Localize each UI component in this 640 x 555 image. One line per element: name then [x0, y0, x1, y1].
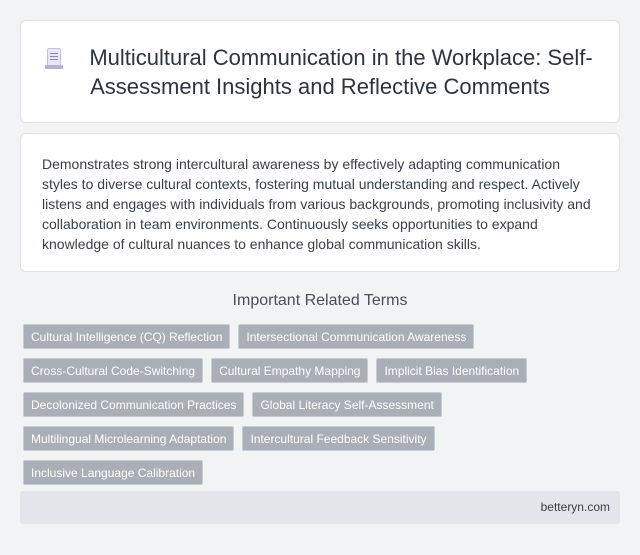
related-term-tag[interactable]: Decolonized Communication Practices: [23, 392, 245, 417]
summary-text: Demonstrates strong intercultural awaren…: [42, 156, 591, 252]
page-title: Multicultural Communication in the Workp…: [21, 43, 619, 101]
footer: betteryn.com: [20, 491, 620, 524]
related-terms-heading: Important Related Terms: [232, 292, 408, 309]
related-term-tag[interactable]: Intersectional Communication Awareness: [238, 324, 475, 349]
related-term-tag[interactable]: Intercultural Feedback Sensitivity: [242, 426, 435, 451]
related-term-tag[interactable]: Cultural Intelligence (CQ) Reflection: [23, 324, 231, 349]
page-title-text: Multicultural Communication in the Workp…: [89, 44, 593, 99]
page: Multicultural Communication in the Workp…: [0, 0, 640, 555]
related-terms-list: Cultural Intelligence (CQ) Reflection In…: [23, 324, 603, 485]
footer-site-link[interactable]: betteryn.com: [541, 500, 610, 514]
related-term-tag[interactable]: Cultural Empathy Mapping: [211, 358, 369, 383]
related-term-tag[interactable]: Multilingual Microlearning Adaptation: [23, 426, 235, 451]
related-term-tag[interactable]: Implicit Bias Identification: [376, 358, 528, 383]
summary-card: Demonstrates strong intercultural awaren…: [20, 133, 620, 272]
document-icon: [45, 47, 64, 69]
title-card: Multicultural Communication in the Workp…: [20, 20, 620, 123]
related-term-tag[interactable]: Global Literacy Self-Assessment: [252, 392, 442, 417]
related-term-tag[interactable]: Inclusive Language Calibration: [23, 460, 204, 485]
related-term-tag[interactable]: Cross-Cultural Code-Switching: [23, 358, 204, 383]
